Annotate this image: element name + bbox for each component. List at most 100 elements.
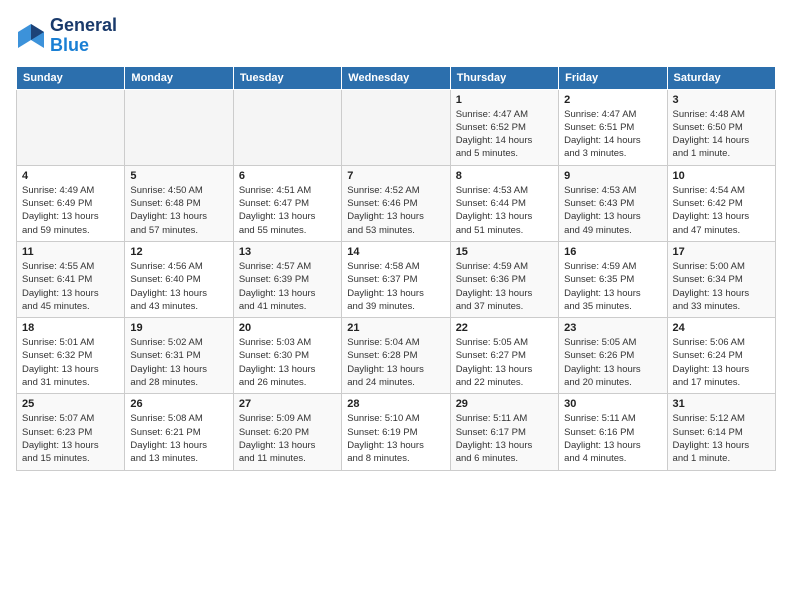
page: General Blue SundayMondayTuesdayWednesda…: [0, 0, 792, 612]
calendar-cell: 13 Sunrise: 4:57 AM Sunset: 6:39 PM Dayli…: [233, 241, 341, 317]
day-info: Sunrise: 4:48 AM Sunset: 6:50 PM Dayligh…: [673, 108, 770, 161]
calendar-cell: 25 Sunrise: 5:07 AM Sunset: 6:23 PM Dayli…: [17, 394, 125, 470]
calendar-cell: [342, 89, 450, 165]
week-row-5: 25 Sunrise: 5:07 AM Sunset: 6:23 PM Dayli…: [17, 394, 776, 470]
calendar-cell: 4 Sunrise: 4:49 AM Sunset: 6:49 PM Daylig…: [17, 165, 125, 241]
day-info: Sunrise: 5:01 AM Sunset: 6:32 PM Dayligh…: [22, 336, 119, 389]
day-number: 24: [673, 322, 770, 334]
day-number: 5: [130, 170, 227, 182]
day-number: 29: [456, 398, 553, 410]
calendar-cell: [233, 89, 341, 165]
day-number: 21: [347, 322, 444, 334]
day-number: 7: [347, 170, 444, 182]
day-info: Sunrise: 5:11 AM Sunset: 6:16 PM Dayligh…: [564, 412, 661, 465]
day-number: 8: [456, 170, 553, 182]
calendar-cell: 20 Sunrise: 5:03 AM Sunset: 6:30 PM Dayli…: [233, 318, 341, 394]
day-number: 13: [239, 246, 336, 258]
day-number: 16: [564, 246, 661, 258]
day-info: Sunrise: 4:56 AM Sunset: 6:40 PM Dayligh…: [130, 260, 227, 313]
day-number: 23: [564, 322, 661, 334]
day-number: 20: [239, 322, 336, 334]
weekday-header-monday: Monday: [125, 66, 233, 89]
day-info: Sunrise: 5:05 AM Sunset: 6:26 PM Dayligh…: [564, 336, 661, 389]
calendar-cell: 22 Sunrise: 5:05 AM Sunset: 6:27 PM Dayli…: [450, 318, 558, 394]
calendar-cell: 5 Sunrise: 4:50 AM Sunset: 6:48 PM Daylig…: [125, 165, 233, 241]
calendar-cell: 23 Sunrise: 5:05 AM Sunset: 6:26 PM Dayli…: [559, 318, 667, 394]
weekday-header-thursday: Thursday: [450, 66, 558, 89]
day-number: 15: [456, 246, 553, 258]
calendar-cell: [125, 89, 233, 165]
day-info: Sunrise: 5:12 AM Sunset: 6:14 PM Dayligh…: [673, 412, 770, 465]
calendar-cell: 16 Sunrise: 4:59 AM Sunset: 6:35 PM Dayli…: [559, 241, 667, 317]
day-info: Sunrise: 4:50 AM Sunset: 6:48 PM Dayligh…: [130, 184, 227, 237]
calendar-cell: 11Sunrise: 4:55 AM Sunset: 6:41 PM Dayli…: [17, 241, 125, 317]
day-info: Sunrise: 4:52 AM Sunset: 6:46 PM Dayligh…: [347, 184, 444, 237]
calendar-cell: 28 Sunrise: 5:10 AM Sunset: 6:19 PM Dayli…: [342, 394, 450, 470]
calendar-cell: 15 Sunrise: 4:59 AM Sunset: 6:36 PM Dayli…: [450, 241, 558, 317]
day-info: Sunrise: 4:59 AM Sunset: 6:36 PM Dayligh…: [456, 260, 553, 313]
day-info: Sunrise: 5:05 AM Sunset: 6:27 PM Dayligh…: [456, 336, 553, 389]
day-number: 28: [347, 398, 444, 410]
day-number: 2: [564, 94, 661, 106]
day-number: 11: [22, 246, 119, 258]
calendar-cell: 30 Sunrise: 5:11 AM Sunset: 6:16 PM Dayli…: [559, 394, 667, 470]
day-number: 6: [239, 170, 336, 182]
day-info: Sunrise: 5:06 AM Sunset: 6:24 PM Dayligh…: [673, 336, 770, 389]
day-number: 25: [22, 398, 119, 410]
calendar-cell: 31 Sunrise: 5:12 AM Sunset: 6:14 PM Dayli…: [667, 394, 775, 470]
calendar-cell: 24 Sunrise: 5:06 AM Sunset: 6:24 PM Dayli…: [667, 318, 775, 394]
day-info: Sunrise: 4:54 AM Sunset: 6:42 PM Dayligh…: [673, 184, 770, 237]
logo: General Blue: [16, 16, 117, 56]
calendar-table: SundayMondayTuesdayWednesdayThursdayFrid…: [16, 66, 776, 471]
day-info: Sunrise: 4:49 AM Sunset: 6:49 PM Dayligh…: [22, 184, 119, 237]
day-info: Sunrise: 4:59 AM Sunset: 6:35 PM Dayligh…: [564, 260, 661, 313]
day-info: Sunrise: 5:08 AM Sunset: 6:21 PM Dayligh…: [130, 412, 227, 465]
day-info: Sunrise: 5:07 AM Sunset: 6:23 PM Dayligh…: [22, 412, 119, 465]
calendar-cell: 21 Sunrise: 5:04 AM Sunset: 6:28 PM Dayli…: [342, 318, 450, 394]
day-number: 4: [22, 170, 119, 182]
day-number: 30: [564, 398, 661, 410]
logo-icon: [16, 22, 46, 50]
calendar-cell: 6 Sunrise: 4:51 AM Sunset: 6:47 PM Daylig…: [233, 165, 341, 241]
day-info: Sunrise: 5:10 AM Sunset: 6:19 PM Dayligh…: [347, 412, 444, 465]
day-number: 27: [239, 398, 336, 410]
weekday-header-row: SundayMondayTuesdayWednesdayThursdayFrid…: [17, 66, 776, 89]
day-number: 10: [673, 170, 770, 182]
calendar-cell: 17Sunrise: 5:00 AM Sunset: 6:34 PM Dayli…: [667, 241, 775, 317]
calendar-cell: 9Sunrise: 4:53 AM Sunset: 6:43 PM Daylig…: [559, 165, 667, 241]
day-number: 9: [564, 170, 661, 182]
day-number: 1: [456, 94, 553, 106]
day-info: Sunrise: 5:00 AM Sunset: 6:34 PM Dayligh…: [673, 260, 770, 313]
calendar-cell: 26 Sunrise: 5:08 AM Sunset: 6:21 PM Dayli…: [125, 394, 233, 470]
weekday-header-friday: Friday: [559, 66, 667, 89]
logo-line1: General: [50, 16, 117, 36]
day-number: 18: [22, 322, 119, 334]
day-info: Sunrise: 4:51 AM Sunset: 6:47 PM Dayligh…: [239, 184, 336, 237]
weekday-header-tuesday: Tuesday: [233, 66, 341, 89]
day-number: 22: [456, 322, 553, 334]
week-row-3: 11Sunrise: 4:55 AM Sunset: 6:41 PM Dayli…: [17, 241, 776, 317]
calendar-cell: 12Sunrise: 4:56 AM Sunset: 6:40 PM Dayli…: [125, 241, 233, 317]
day-number: 3: [673, 94, 770, 106]
calendar-cell: 18 Sunrise: 5:01 AM Sunset: 6:32 PM Dayli…: [17, 318, 125, 394]
calendar-cell: 14 Sunrise: 4:58 AM Sunset: 6:37 PM Dayli…: [342, 241, 450, 317]
day-info: Sunrise: 5:02 AM Sunset: 6:31 PM Dayligh…: [130, 336, 227, 389]
day-info: Sunrise: 4:47 AM Sunset: 6:52 PM Dayligh…: [456, 108, 553, 161]
calendar-cell: 8 Sunrise: 4:53 AM Sunset: 6:44 PM Daylig…: [450, 165, 558, 241]
calendar-cell: 19Sunrise: 5:02 AM Sunset: 6:31 PM Dayli…: [125, 318, 233, 394]
day-number: 31: [673, 398, 770, 410]
calendar-cell: 27Sunrise: 5:09 AM Sunset: 6:20 PM Dayli…: [233, 394, 341, 470]
day-info: Sunrise: 5:04 AM Sunset: 6:28 PM Dayligh…: [347, 336, 444, 389]
calendar-cell: 2Sunrise: 4:47 AM Sunset: 6:51 PM Daylig…: [559, 89, 667, 165]
header: General Blue: [16, 16, 776, 56]
day-info: Sunrise: 5:03 AM Sunset: 6:30 PM Dayligh…: [239, 336, 336, 389]
calendar-cell: 7 Sunrise: 4:52 AM Sunset: 6:46 PM Daylig…: [342, 165, 450, 241]
calendar-cell: 1 Sunrise: 4:47 AM Sunset: 6:52 PM Daylig…: [450, 89, 558, 165]
day-number: 14: [347, 246, 444, 258]
day-number: 26: [130, 398, 227, 410]
day-info: Sunrise: 4:53 AM Sunset: 6:44 PM Dayligh…: [456, 184, 553, 237]
weekday-header-sunday: Sunday: [17, 66, 125, 89]
day-info: Sunrise: 4:57 AM Sunset: 6:39 PM Dayligh…: [239, 260, 336, 313]
day-info: Sunrise: 4:58 AM Sunset: 6:37 PM Dayligh…: [347, 260, 444, 313]
calendar-cell: 29Sunrise: 5:11 AM Sunset: 6:17 PM Dayli…: [450, 394, 558, 470]
